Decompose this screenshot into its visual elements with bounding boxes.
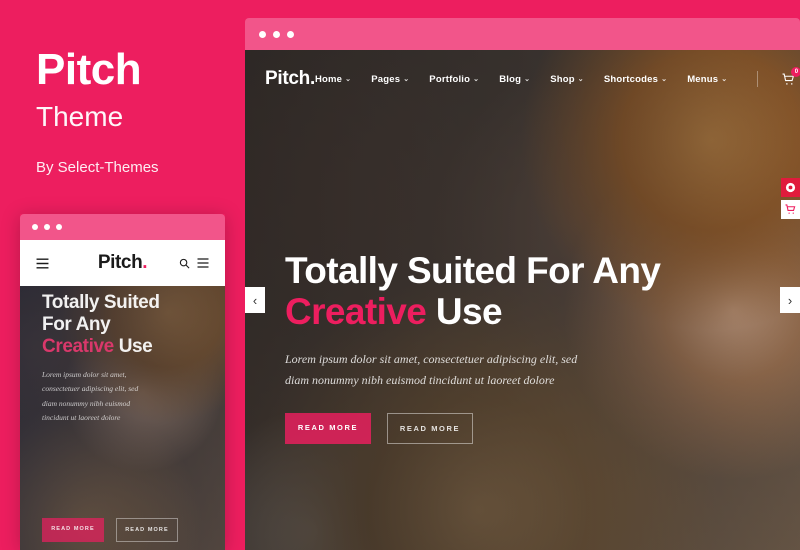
mobile-browser-window: Pitch. Totally Suited For Any Creative U… [20, 214, 225, 550]
desktop-viewport: Pitch. Home ⌄ Pages ⌄ Portfolio ⌄ Blog ⌄ [245, 50, 800, 550]
mobile-hero-buttons: READ MORE READ MORE [42, 518, 178, 542]
hero-paragraph: Lorem ipsum dolor sit amet, consectetuer… [285, 351, 578, 387]
nav-item-label: Shop [550, 73, 575, 85]
nav-item-pages[interactable]: Pages ⌄ [371, 74, 409, 85]
window-dot-minimize-icon[interactable] [44, 224, 50, 230]
mobile-hero-heading-line2: For Any [42, 313, 111, 335]
read-more-primary-button[interactable]: READ MORE [285, 412, 371, 444]
window-dot-close-icon[interactable] [259, 30, 266, 38]
nav-item-label: Pages [371, 73, 401, 85]
window-dot-maximize-icon[interactable] [287, 30, 294, 38]
chevron-down-icon: ⌄ [345, 76, 352, 83]
menu-icon[interactable] [197, 258, 209, 268]
mobile-viewport: Totally Suited For Any Creative Use Lore… [20, 286, 225, 550]
nav-item-label: Home [314, 73, 343, 85]
read-more-secondary-button[interactable]: READ MORE [387, 412, 473, 444]
hero-heading-line1: Totally Suited For Any [285, 250, 661, 291]
cart-icon[interactable]: 0 [782, 66, 800, 86]
buy-now-button[interactable] [781, 178, 800, 197]
hamburger-icon[interactable] [36, 257, 49, 269]
mobile-hero-heading-tail: Use [118, 335, 153, 357]
chevron-down-icon: ⌄ [721, 76, 728, 83]
chevron-down-icon: ⌄ [403, 76, 410, 83]
cart-icon [785, 204, 796, 214]
nav-divider [757, 71, 759, 87]
nav-item-blog[interactable]: Blog ⌄ [499, 74, 530, 85]
nav-item-home[interactable]: Home ⌄ [315, 74, 351, 85]
desktop-titlebar [245, 18, 800, 50]
mobile-hero-content: Totally Suited For Any Creative Use Lore… [42, 292, 215, 426]
mobile-hero-heading-accent: Creative [42, 335, 114, 357]
nav-item-shortcodes[interactable]: Shortcodes ⌄ [604, 74, 667, 85]
nav-item-label: Shortcodes [603, 73, 659, 85]
mobile-logo-dot: . [142, 252, 148, 273]
mobile-logo-text: Pitch [97, 252, 143, 273]
desktop-browser-window: Pitch. Home ⌄ Pages ⌄ Portfolio ⌄ Blog ⌄ [245, 18, 800, 550]
mobile-read-more-secondary-button[interactable]: READ MORE [116, 518, 178, 542]
slider-prev-arrow[interactable]: ‹ [245, 287, 265, 313]
hero-heading: Totally Suited For Any Creative Use [285, 250, 725, 333]
search-icon[interactable] [179, 258, 190, 269]
mobile-titlebar [20, 214, 225, 240]
chevron-down-icon: ⌄ [524, 76, 531, 83]
chevron-down-icon: ⌄ [473, 76, 480, 83]
slider-next-arrow[interactable]: › [780, 287, 800, 313]
window-dot-minimize-icon[interactable] [273, 30, 280, 38]
window-dot-maximize-icon[interactable] [56, 224, 62, 230]
site-logo[interactable]: Pitch. [265, 68, 315, 90]
main-navigation: Home ⌄ Pages ⌄ Portfolio ⌄ Blog ⌄ Shop ⌄… [315, 66, 800, 87]
buy-circle-icon [785, 182, 796, 193]
promo-subtitle: Theme [36, 101, 124, 132]
hero-buttons: READ MORE READ MORE [285, 412, 725, 444]
nav-item-label: Menus [687, 73, 719, 85]
nav-item-portfolio[interactable]: Portfolio ⌄ [429, 74, 479, 85]
mobile-site-logo[interactable]: Pitch. [97, 252, 148, 274]
hero-heading-accent: Creative [285, 291, 427, 333]
mobile-hero-heading-line1: Totally Suited [42, 292, 160, 313]
window-dot-close-icon[interactable] [32, 224, 38, 230]
nav-item-shop[interactable]: Shop ⌄ [550, 74, 584, 85]
cart-count-badge: 0 [791, 66, 800, 77]
mobile-read-more-primary-button[interactable]: READ MORE [42, 518, 104, 542]
chevron-down-icon: ⌄ [661, 76, 668, 83]
hero-heading-tail: Use [435, 291, 503, 333]
nav-item-label: Blog [499, 73, 522, 85]
nav-item-label: Portfolio [429, 73, 471, 85]
cart-button[interactable] [781, 200, 800, 219]
mobile-hero-heading: Totally Suited For Any Creative Use [42, 292, 215, 358]
chevron-down-icon: ⌄ [577, 76, 584, 83]
nav-item-menus[interactable]: Menus ⌄ [687, 74, 727, 85]
page-title: Pitch [36, 45, 142, 94]
hero-content: Totally Suited For Any Creative Use Lore… [285, 250, 725, 444]
mobile-header-actions [179, 258, 209, 269]
header-actions: 0 [782, 66, 800, 86]
mobile-hero-paragraph: Lorem ipsum dolor sit amet, consectetuer… [42, 369, 139, 423]
mobile-header: Pitch. [20, 240, 225, 286]
promo-byline: By Select-Themes [36, 158, 159, 176]
site-header: Pitch. Home ⌄ Pages ⌄ Portfolio ⌄ Blog ⌄ [245, 50, 800, 108]
